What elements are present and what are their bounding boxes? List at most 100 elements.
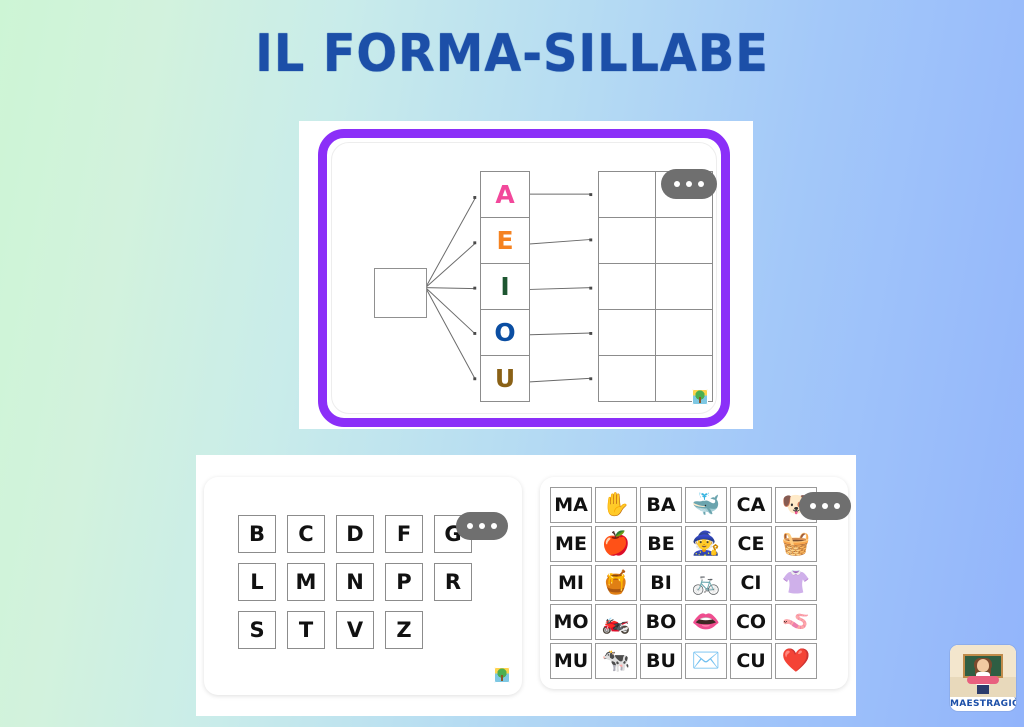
bottom-panel-container: B C D F G L M N P R S T V Z MA ME MI MO …: [196, 455, 856, 716]
syllable-cell-cu[interactable]: CU: [730, 643, 772, 679]
syllable-column-b: BA BE BI BO BU: [640, 487, 682, 679]
ellipsis-icon: [491, 523, 497, 529]
syllable-label: CO: [735, 611, 767, 633]
consonant-cell-v[interactable]: V: [336, 611, 374, 649]
syllable-cell-bi[interactable]: BI: [640, 565, 682, 601]
syllable-cell-bo[interactable]: BO: [640, 604, 682, 640]
vowel-label: I: [500, 272, 510, 301]
picture-glyph: 🧙: [691, 530, 721, 557]
consonant-cell-s[interactable]: S: [238, 611, 276, 649]
belt-icon[interactable]: 👚: [775, 565, 817, 601]
consonant-label: F: [396, 522, 412, 546]
vowel-cell-e[interactable]: E: [480, 217, 530, 264]
syllable-panel-menu-button[interactable]: [799, 492, 851, 520]
vowel-label: A: [495, 180, 515, 209]
consonant-panel-menu-button[interactable]: [456, 512, 508, 540]
consonant-cell-b[interactable]: B: [238, 515, 276, 553]
consonant-cell-d[interactable]: D: [336, 515, 374, 553]
whale-icon[interactable]: 🐳: [685, 487, 727, 523]
consonant-label: L: [250, 570, 264, 594]
envelope-icon[interactable]: ✉️: [685, 643, 727, 679]
syllable-column-m: MA ME MI MO MU: [550, 487, 592, 679]
syllable-label: BU: [646, 650, 676, 672]
picture-glyph: 👚: [781, 569, 811, 596]
consonant-cell-f[interactable]: F: [385, 515, 423, 553]
syllable-label: MO: [553, 611, 589, 633]
ellipsis-icon: [686, 181, 692, 187]
output-cell[interactable]: [655, 263, 713, 310]
cow-icon[interactable]: 🐄: [595, 643, 637, 679]
vowel-label: E: [496, 226, 514, 255]
consonant-cell-n[interactable]: N: [336, 563, 374, 601]
vowel-label: U: [494, 364, 516, 393]
output-row: [598, 217, 715, 264]
ellipsis-icon: [479, 523, 485, 529]
syllable-cell-ca[interactable]: CA: [730, 487, 772, 523]
syllable-cell-mu[interactable]: MU: [550, 643, 592, 679]
consonant-cell-r[interactable]: R: [434, 563, 472, 601]
syllable-cell-ci[interactable]: CI: [730, 565, 772, 601]
consonant-drop-box[interactable]: [374, 268, 427, 318]
syllable-label: MI: [558, 572, 584, 594]
vowel-cell-u[interactable]: U: [480, 355, 530, 402]
honey-icon[interactable]: 🍯: [595, 565, 637, 601]
picture-glyph: 🐳: [691, 491, 721, 518]
ellipsis-icon: [698, 181, 704, 187]
output-cell[interactable]: [598, 309, 656, 356]
output-row: [598, 309, 715, 356]
consonant-cell-z[interactable]: Z: [385, 611, 423, 649]
consonant-panel: B C D F G L M N P R S T V Z: [204, 477, 522, 695]
syllable-cell-mi[interactable]: MI: [550, 565, 592, 601]
output-cell[interactable]: [598, 355, 656, 402]
watermark-icon: [494, 667, 510, 683]
vowel-cell-i[interactable]: I: [480, 263, 530, 310]
consonant-cell-t[interactable]: T: [287, 611, 325, 649]
syllable-cell-be[interactable]: BE: [640, 526, 682, 562]
syllable-cell-bu[interactable]: BU: [640, 643, 682, 679]
picture-glyph: 👄: [691, 608, 721, 635]
head-shape: [977, 659, 989, 672]
bicycle-icon[interactable]: 🚲: [685, 565, 727, 601]
tail-icon[interactable]: 🪱: [775, 604, 817, 640]
syllable-cell-me[interactable]: ME: [550, 526, 592, 562]
consonant-cell-p[interactable]: P: [385, 563, 423, 601]
output-cell[interactable]: [598, 171, 656, 218]
consonant-grid: B C D F G L M N P R S T V Z: [238, 515, 472, 659]
consonant-cell-m[interactable]: M: [287, 563, 325, 601]
witch-icon[interactable]: 🧙: [685, 526, 727, 562]
syllable-cell-ce[interactable]: CE: [730, 526, 772, 562]
vowel-cell-a[interactable]: A: [480, 171, 530, 218]
syllable-column-c: CA CE CI CO CU: [730, 487, 772, 679]
consonant-label: S: [249, 618, 265, 642]
vowel-cell-o[interactable]: O: [480, 309, 530, 356]
syllable-label: BI: [650, 572, 672, 594]
consonant-cell-l[interactable]: L: [238, 563, 276, 601]
output-cell[interactable]: [598, 263, 656, 310]
output-cell[interactable]: [598, 217, 656, 264]
picture-glyph: ❤️: [781, 647, 811, 674]
classroom-illustration: [950, 645, 1016, 697]
consonant-cell-c[interactable]: C: [287, 515, 325, 553]
syllable-cell-ma[interactable]: MA: [550, 487, 592, 523]
basket-icon[interactable]: 🧺: [775, 526, 817, 562]
legs-shape: [977, 685, 989, 694]
top-panel-menu-button[interactable]: [661, 169, 717, 199]
consonant-row: L M N P R: [238, 563, 472, 601]
apple-icon[interactable]: 🍎: [595, 526, 637, 562]
consonant-row: S T V Z: [238, 611, 472, 649]
picture-glyph: 🐄: [601, 647, 631, 674]
output-cell[interactable]: [655, 217, 713, 264]
consonant-label: C: [298, 522, 314, 546]
mouth-icon[interactable]: 👄: [685, 604, 727, 640]
hand-icon[interactable]: ✋: [595, 487, 637, 523]
heart-icon[interactable]: ❤️: [775, 643, 817, 679]
picture-column-m: ✋ 🍎 🍯 🏍️ 🐄: [595, 487, 637, 679]
vowel-column: A E I O U: [480, 171, 530, 402]
watermark-icon: [692, 389, 708, 405]
syllable-cell-mo[interactable]: MO: [550, 604, 592, 640]
consonant-label: T: [298, 618, 314, 642]
syllable-cell-ba[interactable]: BA: [640, 487, 682, 523]
motorcycle-icon[interactable]: 🏍️: [595, 604, 637, 640]
output-cell[interactable]: [655, 309, 713, 356]
syllable-cell-co[interactable]: CO: [730, 604, 772, 640]
